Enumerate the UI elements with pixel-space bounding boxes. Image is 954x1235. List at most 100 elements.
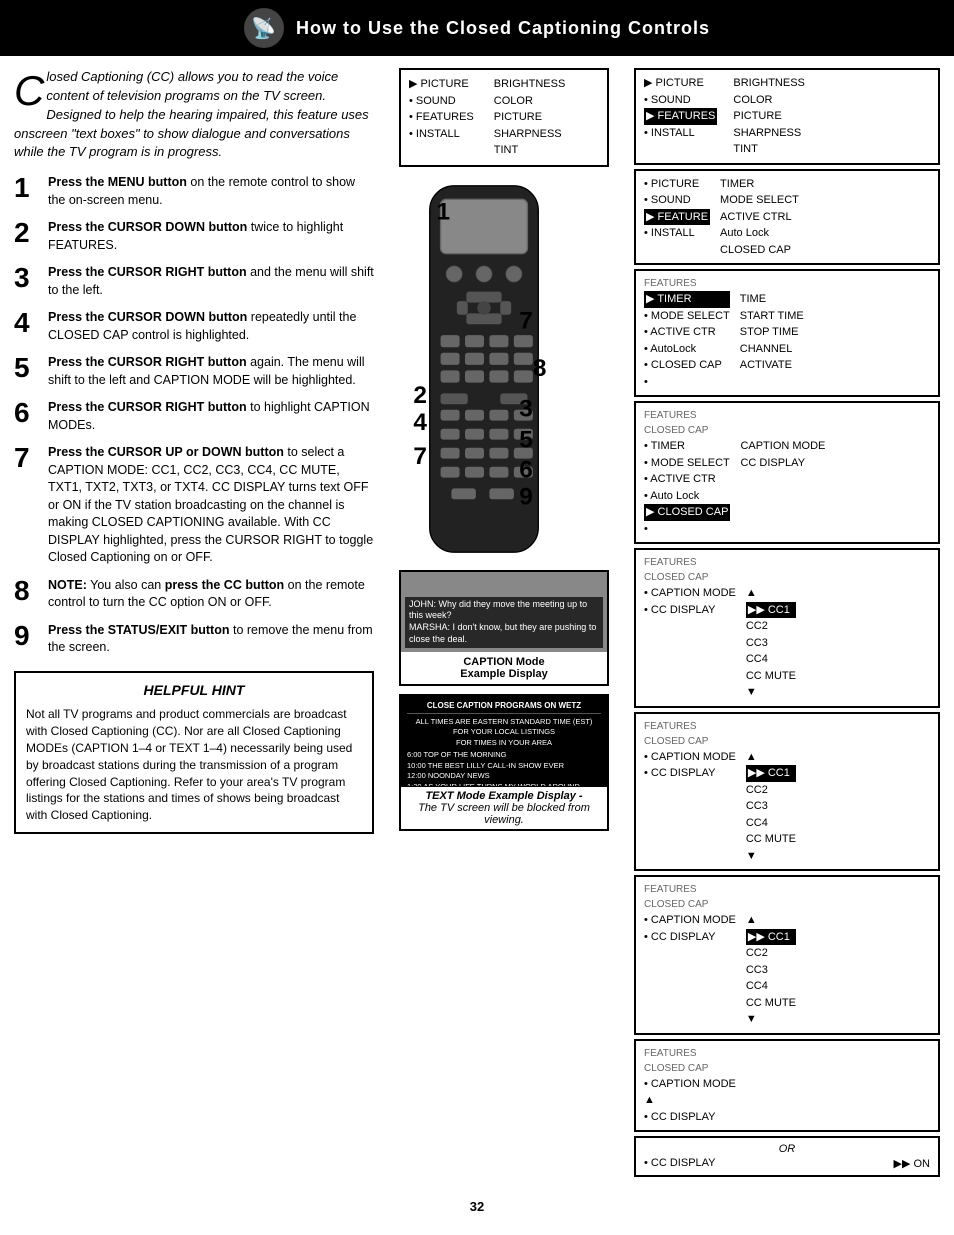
step-6-num: 6 xyxy=(14,399,42,427)
s2-r4: • INSTALL xyxy=(644,225,710,242)
s6-v6: ▼ xyxy=(746,848,796,865)
s4-r5: ▶ CLOSED CAP xyxy=(644,504,730,521)
page-header: 📡 How to Use the Closed Captioning Contr… xyxy=(0,0,954,56)
helpful-hint-title: HELPFUL HINT xyxy=(26,681,362,701)
page-number: 32 xyxy=(0,1189,954,1224)
svg-text:9: 9 xyxy=(519,483,533,510)
s3-v1: TIME xyxy=(740,291,804,308)
s7-v2: CC2 xyxy=(746,945,796,962)
s7-v1: ▶▶ CC1 xyxy=(746,929,796,946)
s3-r4: • AutoLock xyxy=(644,341,730,358)
s2-v1: TIMER xyxy=(720,176,799,193)
s1-v5: TINT xyxy=(733,141,805,158)
svg-text:8: 8 xyxy=(533,354,547,381)
step-7-text: Press the CURSOR UP or DOWN button to se… xyxy=(48,444,374,567)
s6-v1: ▶▶ CC1 xyxy=(746,765,796,782)
caption-example: JOHN: Why did they move the meeting up t… xyxy=(399,570,609,686)
s4-v1: CAPTION MODE xyxy=(740,438,825,455)
caption-text: JOHN: Why did they move the meeting up t… xyxy=(405,597,603,648)
step-8-text: NOTE: You also can press the CC button o… xyxy=(48,577,374,612)
s2-v4: Auto Lock xyxy=(720,225,799,242)
s5-v3: CC3 xyxy=(746,635,796,652)
svg-text:7: 7 xyxy=(519,307,533,334)
s7-r1: • CAPTION MODE xyxy=(644,912,736,929)
s4-r6: • xyxy=(644,521,730,538)
s3-v3: STOP TIME xyxy=(740,324,804,341)
caption-screen: JOHN: Why did they move the meeting up t… xyxy=(401,572,607,652)
menu-display-top: ▶PICTURE • SOUND • FEATURES • INSTALL BR… xyxy=(399,68,609,167)
s1-v3: PICTURE xyxy=(733,108,805,125)
s4-r3: • ACTIVE CTR xyxy=(644,471,730,488)
s4-r2: • MODE SELECT xyxy=(644,455,730,472)
s8-sublabel: CLOSED CAP xyxy=(644,1061,930,1076)
step-7-num: 7 xyxy=(14,444,42,472)
step-1-num: 1 xyxy=(14,174,42,202)
s4-v2: CC DISPLAY xyxy=(740,455,825,472)
s7-v4: CC4 xyxy=(746,978,796,995)
step-4-text: Press the CURSOR DOWN button repeatedly … xyxy=(48,309,374,344)
svg-text:6: 6 xyxy=(519,456,533,483)
caption-label: CAPTION ModeExample Display xyxy=(401,652,607,684)
s3-v2: START TIME xyxy=(740,308,804,325)
text-mode-screen: CLOSE CAPTION PROGRAMS ON WETZ ALL TIMES… xyxy=(401,696,607,786)
s2-r3: ▶ FEATURE xyxy=(644,209,710,226)
s3-r1: ▶ TIMER xyxy=(644,291,730,308)
svg-text:1: 1 xyxy=(437,198,451,225)
step-9-text: Press the STATUS/EXIT button to remove t… xyxy=(48,622,374,657)
s6-r2: • CC DISPLAY xyxy=(644,765,736,782)
screen-1: ▶ PICTURE • SOUND ▶ FEATURES • INSTALL B… xyxy=(634,68,940,165)
step-5-text: Press the CURSOR RIGHT button again. The… xyxy=(48,354,374,389)
left-column: C losed Captioning (CC) allows you to re… xyxy=(14,68,374,1177)
screen-6: FEATURES CLOSED CAP • CAPTION MODE • CC … xyxy=(634,712,940,872)
step-6: 6 Press the CURSOR RIGHT button to highl… xyxy=(14,399,374,434)
screen-4: FEATURES CLOSED CAP • TIMER • MODE SELEC… xyxy=(634,401,940,544)
s7-r2: • CC DISPLAY xyxy=(644,929,736,946)
screen-3: FEATURES ▶ TIMER • MODE SELECT • ACTIVE … xyxy=(634,269,940,397)
step-4: 4 Press the CURSOR DOWN button repeatedl… xyxy=(14,309,374,344)
s1-r4: • INSTALL xyxy=(644,125,717,142)
step-3-text: Press the CURSOR RIGHT button and the me… xyxy=(48,264,374,299)
s7-sublabel: CLOSED CAP xyxy=(644,897,930,912)
s7-label: FEATURES xyxy=(644,882,930,897)
s5-label: FEATURES xyxy=(644,555,930,570)
remote-svg: 1 7 8 9 2 4 7 3 5 6 xyxy=(399,179,569,559)
step-2-text: Press the CURSOR DOWN button twice to hi… xyxy=(48,219,374,254)
s6-v2: CC2 xyxy=(746,782,796,799)
svg-text:3: 3 xyxy=(519,395,533,422)
s3-v5: ACTIVATE xyxy=(740,357,804,374)
text-mode-channel: CLOSE CAPTION PROGRAMS ON WETZ xyxy=(407,700,601,714)
s5-v0: ▲ xyxy=(746,585,796,602)
step-3: 3 Press the CURSOR RIGHT button and the … xyxy=(14,264,374,299)
s6-v4: CC4 xyxy=(746,815,796,832)
remote-illustration: 1 7 8 9 2 4 7 3 5 6 xyxy=(399,179,609,562)
s7-v3: CC3 xyxy=(746,962,796,979)
step-5: 5 Press the CURSOR RIGHT button again. T… xyxy=(14,354,374,389)
step-7: 7 Press the CURSOR UP or DOWN button to … xyxy=(14,444,374,567)
s3-label: FEATURES xyxy=(644,276,930,291)
s5-v1: ▶▶ CC1 xyxy=(746,602,796,619)
step-3-num: 3 xyxy=(14,264,42,292)
header-icon: 📡 xyxy=(244,8,284,48)
step-1-text: Press the MENU button on the remote cont… xyxy=(48,174,374,209)
page-title: How to Use the Closed Captioning Control… xyxy=(296,18,710,39)
step-5-num: 5 xyxy=(14,354,42,382)
s2-r1: • PICTURE xyxy=(644,176,710,193)
s8-label: FEATURES xyxy=(644,1046,930,1061)
step-2-num: 2 xyxy=(14,219,42,247)
intro-text: C losed Captioning (CC) allows you to re… xyxy=(14,68,374,162)
s5-r2: • CC DISPLAY xyxy=(644,602,736,619)
s2-v2: MODE SELECT xyxy=(720,192,799,209)
or-display-label: • CC DISPLAY xyxy=(644,1157,716,1170)
drop-cap: C xyxy=(14,70,44,112)
screen-8: FEATURES CLOSED CAP • CAPTION MODE ▲ • C… xyxy=(634,1039,940,1133)
s4-r4: • Auto Lock xyxy=(644,488,730,505)
step-4-num: 4 xyxy=(14,309,42,337)
s7-v0: ▲ xyxy=(746,912,796,929)
s4-label: FEATURES xyxy=(644,408,930,423)
text-mode-time: ALL TIMES ARE EASTERN STANDARD TIME (EST… xyxy=(407,717,601,749)
text-mode-example: CLOSE CAPTION PROGRAMS ON WETZ ALL TIMES… xyxy=(399,694,609,831)
s6-v0: ▲ xyxy=(746,749,796,766)
step-9-num: 9 xyxy=(14,622,42,650)
middle-column: ▶PICTURE • SOUND • FEATURES • INSTALL BR… xyxy=(384,68,624,1177)
s5-v2: CC2 xyxy=(746,618,796,635)
